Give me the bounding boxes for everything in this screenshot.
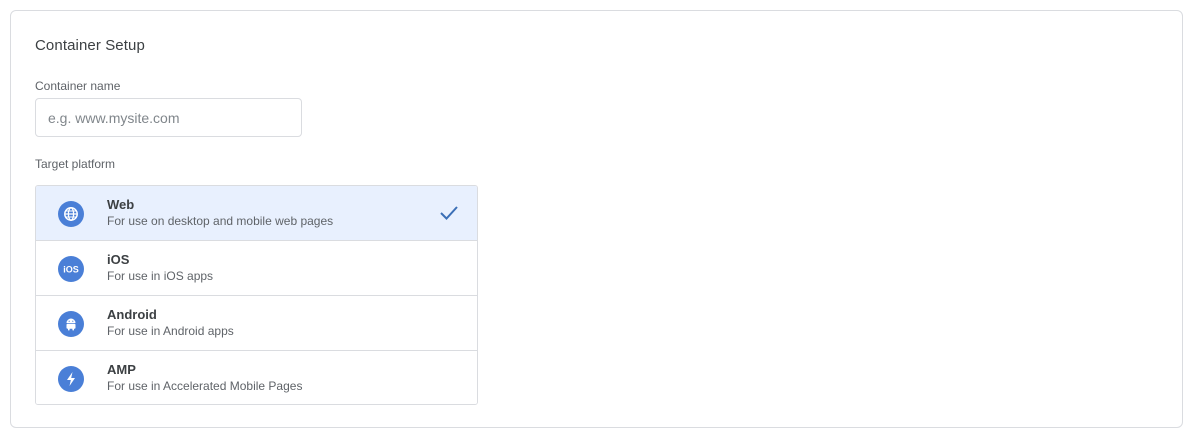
container-name-input[interactable] bbox=[35, 98, 302, 137]
platform-name: Web bbox=[107, 197, 135, 212]
container-name-label: Container name bbox=[35, 79, 121, 93]
ios-icon: iOS bbox=[58, 256, 84, 282]
platform-option-amp[interactable]: AMP For use in Accelerated Mobile Pages bbox=[36, 351, 477, 404]
svg-text:iOS: iOS bbox=[63, 265, 79, 275]
platform-option-ios[interactable]: iOS iOS For use in iOS apps bbox=[36, 241, 477, 296]
lightning-icon bbox=[58, 366, 84, 392]
platform-description: For use in Android apps bbox=[107, 324, 234, 338]
container-setup-card: Container Setup Container name Target pl… bbox=[10, 10, 1183, 428]
platform-description: For use in iOS apps bbox=[107, 269, 214, 283]
platform-description: For use in Accelerated Mobile Pages bbox=[107, 379, 303, 393]
target-platform-label: Target platform bbox=[35, 157, 116, 171]
platform-name: AMP bbox=[107, 362, 136, 377]
check-icon bbox=[439, 204, 459, 222]
android-icon bbox=[58, 311, 84, 337]
globe-icon bbox=[58, 201, 84, 227]
platform-option-web[interactable]: Web For use on desktop and mobile web pa… bbox=[36, 186, 477, 241]
platform-name: iOS bbox=[107, 252, 130, 267]
platform-name: Android bbox=[107, 307, 157, 322]
platform-description: For use on desktop and mobile web pages bbox=[107, 214, 334, 228]
card-title: Container Setup bbox=[35, 37, 145, 54]
platform-list: Web For use on desktop and mobile web pa… bbox=[35, 185, 478, 405]
platform-option-android[interactable]: Android For use in Android apps bbox=[36, 296, 477, 351]
